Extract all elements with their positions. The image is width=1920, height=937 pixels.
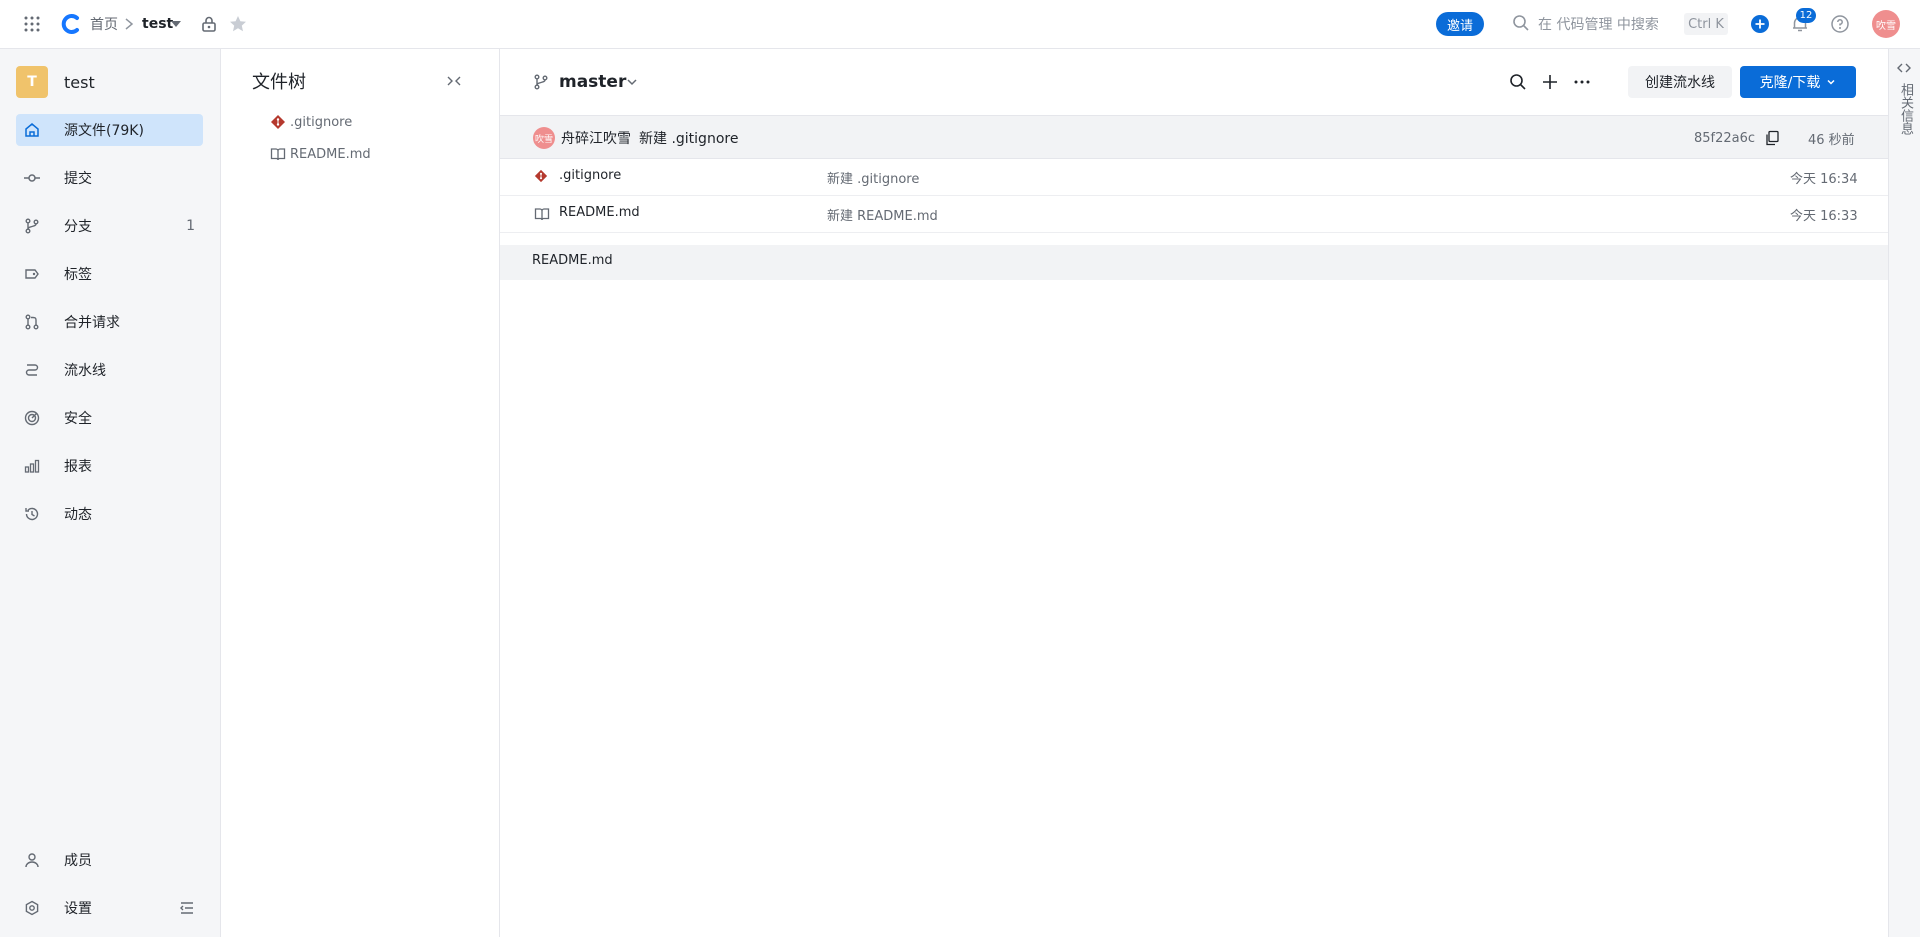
tag-icon: [24, 266, 40, 282]
commit-time: 46 秒前: [1808, 132, 1855, 148]
home-icon: [24, 122, 40, 138]
chevron-right-icon: [122, 16, 136, 32]
sidebar-item-merge-requests[interactable]: 合并请求: [16, 306, 203, 338]
commit-hash[interactable]: 85f22a6c: [1694, 128, 1755, 148]
sidebar-item-members[interactable]: 成员: [16, 844, 203, 876]
plus-icon[interactable]: [1541, 73, 1559, 91]
file-time: 今天 16:34: [1790, 172, 1858, 187]
branch-icon: [533, 74, 549, 90]
sidebar-item-label: 设置: [64, 901, 92, 917]
more-icon[interactable]: [1573, 73, 1591, 91]
commit-message[interactable]: 新建 .gitignore: [639, 128, 738, 148]
avatar[interactable]: 吹雪: [1872, 10, 1900, 38]
collapse-tree-icon[interactable]: [446, 73, 462, 89]
search-shortcut: Ctrl K: [1684, 13, 1728, 35]
book-icon: [534, 206, 550, 222]
sidebar: T test 源文件(79K) 提交 分支 1 标签 合并请求 流水线 安全 报…: [0, 49, 221, 937]
breadcrumb-home[interactable]: 首页: [90, 14, 118, 34]
sidebar-item-label: 安全: [64, 411, 92, 427]
code-icon[interactable]: [1897, 61, 1911, 75]
help-icon[interactable]: [1830, 14, 1850, 34]
file-name[interactable]: .gitignore: [559, 168, 621, 183]
sidebar-item-label: 动态: [64, 507, 92, 523]
sidebar-item-label: 流水线: [64, 363, 106, 379]
file-commit-message[interactable]: 新建 README.md: [827, 205, 938, 224]
sidebar-item-label: 源文件(79K): [64, 123, 144, 139]
caret-down-icon[interactable]: [170, 18, 182, 30]
tree-file-gitignore[interactable]: .gitignore: [270, 111, 352, 133]
sidebar-item-label: 合并请求: [64, 315, 120, 331]
file-name[interactable]: README.md: [559, 205, 640, 220]
sidebar-item-branches[interactable]: 分支 1: [16, 210, 203, 242]
commit-author[interactable]: 舟碎江吹雪: [561, 128, 631, 148]
chevron-down-icon[interactable]: [626, 76, 638, 88]
copy-icon[interactable]: [1764, 130, 1780, 146]
clone-download-button[interactable]: 克隆/下载: [1740, 66, 1856, 98]
commit-icon: [24, 170, 40, 186]
sidebar-item-security[interactable]: 安全: [16, 402, 203, 434]
sidebar-item-pipelines[interactable]: 流水线: [16, 354, 203, 386]
breadcrumb-repo[interactable]: test: [142, 14, 173, 34]
repo-avatar: T: [16, 66, 48, 98]
info-panel-toggle[interactable]: 相关信息: [1888, 49, 1920, 937]
readme-header: README.md: [500, 245, 1888, 280]
merge-request-icon: [24, 314, 40, 330]
sidebar-item-label: 分支: [64, 219, 92, 235]
create-pipeline-button[interactable]: 创建流水线: [1628, 66, 1732, 98]
sidebar-item-commits[interactable]: 提交: [16, 162, 203, 194]
table-row[interactable]: README.md 新建 README.md 今天 16:33: [500, 196, 1888, 233]
repo-title[interactable]: test: [64, 71, 95, 93]
sidebar-item-reports[interactable]: 报表: [16, 450, 203, 482]
pipeline-icon: [24, 362, 40, 378]
sidebar-item-activity[interactable]: 动态: [16, 498, 203, 530]
search-input[interactable]: 在 代码管理 中搜索: [1538, 14, 1659, 34]
notification-badge: 12: [1796, 8, 1816, 23]
readme-title: README.md: [532, 253, 613, 268]
book-icon: [270, 146, 286, 162]
sidebar-item-label: 报表: [64, 459, 92, 475]
branch-icon: [24, 218, 40, 234]
chevron-down-icon: [1826, 77, 1836, 87]
search-icon: [1512, 14, 1530, 32]
commit-author-avatar: 吹雪: [533, 127, 555, 149]
sidebar-item-source[interactable]: 源文件(79K): [16, 114, 203, 146]
git-icon: [534, 169, 548, 183]
app-grid-icon[interactable]: [22, 14, 42, 34]
gear-icon: [24, 900, 40, 916]
last-commit-bar: 吹雪 舟碎江吹雪 新建 .gitignore 85f22a6c 46 秒前: [500, 115, 1888, 159]
search-files-icon[interactable]: [1509, 73, 1527, 91]
file-tree-title: 文件树: [252, 72, 306, 93]
related-info-label[interactable]: 相关信息: [1897, 83, 1913, 135]
logo-icon[interactable]: [60, 13, 82, 35]
file-tree-panel: 文件树 .gitignore README.md: [221, 49, 500, 937]
sidebar-item-label: 成员: [64, 853, 92, 869]
chart-icon: [24, 458, 40, 474]
sidebar-item-label: 标签: [64, 267, 92, 283]
history-icon: [24, 506, 40, 522]
tree-file-readme[interactable]: README.md: [270, 143, 371, 165]
security-icon: [24, 410, 40, 426]
git-icon: [270, 114, 286, 130]
collapse-sidebar-icon[interactable]: [179, 900, 195, 916]
file-commit-message[interactable]: 新建 .gitignore: [827, 168, 919, 187]
add-icon[interactable]: [1750, 14, 1770, 34]
star-icon[interactable]: [228, 14, 248, 34]
sidebar-item-settings[interactable]: 设置: [16, 892, 203, 924]
table-row[interactable]: .gitignore 新建 .gitignore 今天 16:34: [500, 159, 1888, 196]
sidebar-item-label: 提交: [64, 171, 92, 187]
file-time: 今天 16:33: [1790, 209, 1858, 224]
lock-icon: [200, 15, 218, 33]
branch-count: 1: [186, 218, 195, 234]
main-panel: master 创建流水线 克隆/下载 吹雪 舟碎江吹雪 新建 .gitignor…: [500, 49, 1888, 937]
user-icon: [24, 852, 40, 868]
invite-button[interactable]: 邀请: [1436, 12, 1484, 36]
top-bar: 首页 test 邀请 在 代码管理 中搜索 Ctrl K 12 吹雪: [0, 0, 1920, 49]
branch-selector[interactable]: master: [559, 70, 626, 94]
sidebar-item-tags[interactable]: 标签: [16, 258, 203, 290]
